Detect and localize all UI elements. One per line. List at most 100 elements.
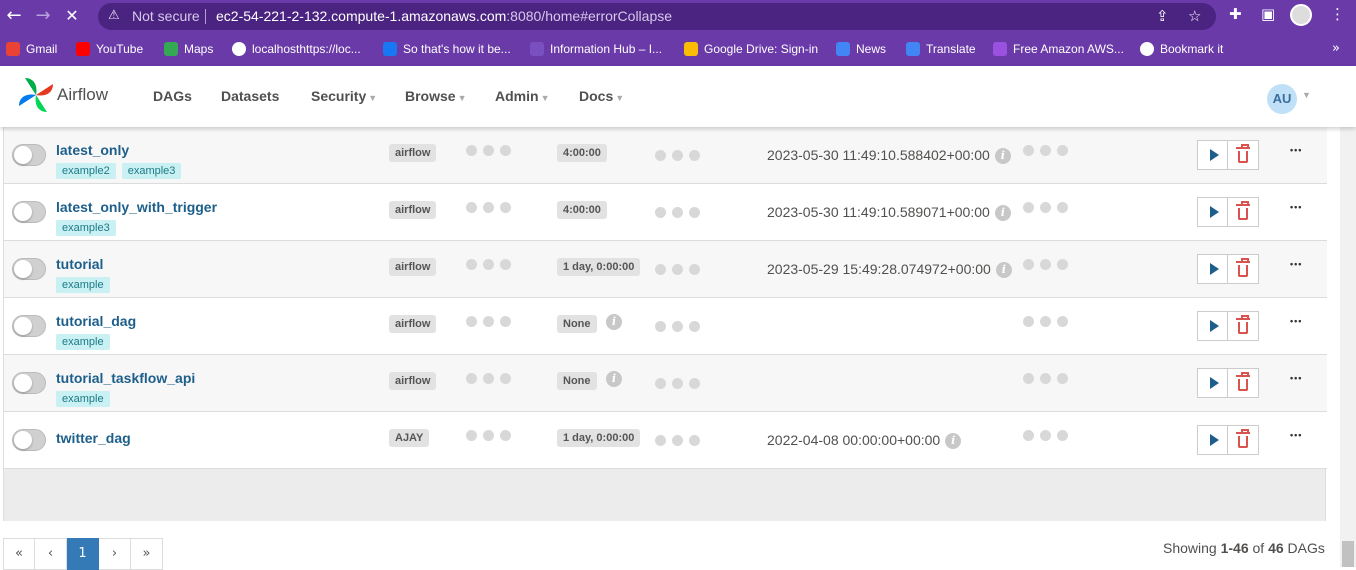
delete-dag-button[interactable] [1228,254,1259,284]
status-dot[interactable] [483,316,494,327]
page-next-button[interactable]: › [99,538,131,570]
next-run-dots[interactable] [655,435,700,446]
user-avatar[interactable]: AU [1267,84,1297,114]
dag-name-link[interactable]: tutorial_taskflow_api [56,370,195,386]
next-run-dots[interactable] [655,321,700,332]
bookmark-item[interactable]: Bookmark it [1140,40,1223,58]
profile-avatar[interactable] [1290,4,1312,26]
address-bar[interactable]: ⚠ Not secure ec2-54-221-2-132.compute-1.… [98,3,1216,30]
next-run-dots[interactable] [655,207,700,218]
url-text[interactable]: ec2-54-221-2-132.compute-1.amazonaws.com… [216,8,672,24]
dag-name-link[interactable]: tutorial [56,256,103,272]
runs-status-dots[interactable] [466,145,511,156]
scrollbar-track[interactable] [1340,127,1356,567]
dag-name-link[interactable]: latest_only [56,142,129,158]
recent-tasks-dots[interactable] [1023,430,1068,441]
status-dot[interactable] [689,150,700,161]
status-dot[interactable] [672,435,683,446]
status-dot[interactable] [1040,316,1051,327]
bookmark-star-icon[interactable]: ☆ [1188,7,1201,25]
delete-dag-button[interactable] [1228,311,1259,341]
nav-menu-docs[interactable]: Docs ▼ [579,88,624,104]
status-dot[interactable] [466,202,477,213]
bookmark-item[interactable]: Maps [164,40,213,58]
page-first-button[interactable]: « [3,538,35,570]
status-dot[interactable] [1040,430,1051,441]
bookmark-item[interactable]: Information Hub – I... [530,40,662,58]
status-dot[interactable] [655,150,666,161]
bookmark-item[interactable]: Google Drive: Sign-in [684,40,818,58]
status-dot[interactable] [483,259,494,270]
bookmark-item[interactable]: So that's how it be... [383,40,511,58]
runs-status-dots[interactable] [466,316,511,327]
status-dot[interactable] [672,150,683,161]
delete-dag-button[interactable] [1228,197,1259,227]
more-options-icon[interactable]: ••• [1290,145,1302,155]
pause-toggle[interactable] [12,315,46,337]
last-run[interactable]: 2022-04-08 00:00:00+00:00 i [767,432,962,450]
info-icon[interactable]: i [995,262,1012,279]
owner-badge[interactable]: airflow [389,315,437,333]
status-dot[interactable] [1057,430,1068,441]
next-run-dots[interactable] [655,150,700,161]
status-dot[interactable] [483,373,494,384]
status-dot[interactable] [483,145,494,156]
dag-tag[interactable]: example [56,391,110,407]
status-dot[interactable] [689,378,700,389]
status-dot[interactable] [689,321,700,332]
owner-badge[interactable]: airflow [389,201,437,219]
chevron-down-icon[interactable]: ▼ [1302,90,1311,100]
trigger-dag-button[interactable] [1197,197,1228,227]
nav-menu-admin[interactable]: Admin ▼ [495,88,549,104]
bookmark-item[interactable]: News [836,40,886,58]
status-dot[interactable] [500,373,511,384]
nav-menu-dags[interactable]: DAGs [153,88,192,104]
page-last-button[interactable]: » [131,538,163,570]
forward-arrow-icon[interactable]: → [33,6,53,26]
status-dot[interactable] [466,316,477,327]
share-icon[interactable]: ⇪ [1156,7,1169,25]
trigger-dag-button[interactable] [1197,140,1228,170]
runs-status-dots[interactable] [466,259,511,270]
pause-toggle[interactable] [12,144,46,166]
trigger-dag-button[interactable] [1197,254,1228,284]
delete-dag-button[interactable] [1228,140,1259,170]
more-options-icon[interactable]: ••• [1290,259,1302,269]
brand-name[interactable]: Airflow [57,85,108,105]
dag-tag[interactable]: example [56,277,110,293]
status-dot[interactable] [689,435,700,446]
status-dot[interactable] [466,145,477,156]
status-dot[interactable] [1023,430,1034,441]
status-dot[interactable] [500,202,511,213]
status-dot[interactable] [1057,316,1068,327]
info-icon[interactable]: i [606,314,622,330]
status-dot[interactable] [466,373,477,384]
bookmark-item[interactable]: Gmail [6,40,57,58]
bookmark-item[interactable]: Free Amazon AWS... [993,40,1124,58]
dag-tag[interactable]: example3 [121,163,182,179]
status-dot[interactable] [1057,259,1068,270]
more-options-icon[interactable]: ••• [1290,430,1302,440]
status-dot[interactable] [500,430,511,441]
last-run[interactable]: 2023-05-30 11:49:10.589071+00:00 i [767,204,1011,222]
status-dot[interactable] [1023,145,1034,156]
status-dot[interactable] [655,264,666,275]
status-dot[interactable] [466,259,477,270]
status-dot[interactable] [672,378,683,389]
status-dot[interactable] [655,321,666,332]
status-dot[interactable] [483,430,494,441]
runs-status-dots[interactable] [466,202,511,213]
status-dot[interactable] [672,264,683,275]
status-dot[interactable] [1023,202,1034,213]
pause-toggle[interactable] [12,372,46,394]
dag-tag[interactable]: example [56,334,110,350]
owner-badge[interactable]: airflow [389,372,437,390]
bookmark-item[interactable]: localhosthttps://loc... [232,40,361,58]
delete-dag-button[interactable] [1228,425,1259,455]
recent-tasks-dots[interactable] [1023,259,1068,270]
owner-badge[interactable]: AJAY [389,429,430,447]
page-current-button[interactable]: 1 [67,538,99,570]
more-options-icon[interactable]: ••• [1290,316,1302,326]
status-dot[interactable] [500,259,511,270]
more-options-icon[interactable]: ••• [1290,202,1302,212]
